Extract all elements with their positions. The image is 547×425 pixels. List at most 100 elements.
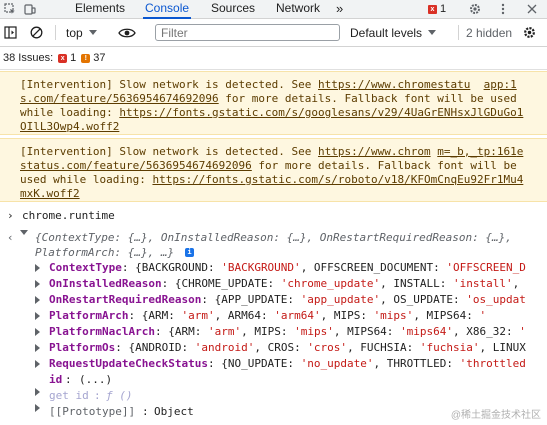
- result-summary-line[interactable]: ‹ {ContextType: {…}, OnInstalledReason: …: [0, 230, 547, 245]
- chevron-right-icon: [35, 264, 40, 272]
- clear-console-icon[interactable]: [30, 19, 43, 46]
- chevron-right-icon: [35, 388, 40, 396]
- property-content: PlatformNaclArch: {ARM: 'arm', MIPS: 'mi…: [49, 325, 526, 338]
- result-prompt-icon: ‹: [7, 231, 14, 244]
- console-warning-message: [Intervention] Slow network is detected.…: [0, 71, 547, 135]
- property-row[interactable]: PlatformNaclArch: {ARM: 'arm', MIPS: 'mi…: [0, 324, 547, 339]
- string-value: 'arm': [207, 325, 242, 338]
- string-value: 'os_updat: [466, 293, 526, 306]
- string-value: 'app_update': [300, 293, 381, 306]
- feature-link-continued[interactable]: s.com/feature/5636954674692096: [20, 92, 219, 105]
- string-value: 'throttled: [459, 357, 526, 370]
- toolbar-divider: [55, 25, 56, 40]
- string-value: 'chrome_update': [280, 277, 381, 290]
- string-value: 'OFFSCREEN_D: [446, 261, 526, 274]
- property-key: id: [49, 373, 63, 386]
- settings-gear-icon[interactable]: [466, 0, 484, 18]
- property-row[interactable]: OnRestartRequiredReason: {APP_UPDATE: 'a…: [0, 292, 547, 307]
- getter-label: get id: [49, 389, 89, 402]
- property-content: OnInstalledReason: {CHROME_UPDATE: 'chro…: [49, 277, 520, 290]
- property-row[interactable]: ContextType: {BACKGROUND: 'BACKGROUND', …: [0, 260, 547, 275]
- sidebar-toggle-icon[interactable]: [4, 19, 17, 46]
- chevron-right-icon: [35, 280, 40, 288]
- issues-bar[interactable]: 38 Issues: x 1 ! 37: [0, 47, 547, 70]
- console-input-text: chrome.runtime: [22, 209, 115, 222]
- property-value-text: , MIPS:: [241, 325, 295, 338]
- prototype-key: [[Prototype]]: [49, 405, 136, 418]
- source-link[interactable]: app:1: [484, 78, 517, 91]
- result-summary-text: {ContextType: {…}, OnInstalledReason: {……: [35, 231, 512, 244]
- result-summary-line-2: PlatformArch: {…}, …} i: [0, 245, 547, 260]
- property-row[interactable]: RequestUpdateCheckStatus: {NO_UPDATE: 'n…: [0, 356, 547, 371]
- close-icon[interactable]: [524, 0, 540, 18]
- warning-issue-count: 37: [93, 52, 106, 64]
- source-link[interactable]: m=_b,_tp:161: [437, 145, 516, 158]
- property-value-text: , LINUX: [479, 341, 526, 354]
- chevron-right-icon: [35, 404, 40, 412]
- property-content: ContextType: {BACKGROUND: 'BACKGROUND', …: [49, 261, 526, 274]
- property-value-text: {CHROME_UPDATE:: [174, 277, 281, 290]
- string-value: 'mips': [294, 325, 334, 338]
- property-row[interactable]: PlatformOs: {ANDROID: 'android', CROS: '…: [0, 340, 547, 355]
- property-value[interactable]: (...): [79, 372, 112, 387]
- feature-link[interactable]: https://www.chromestatu: [318, 78, 470, 91]
- tab-sources[interactable]: Sources: [211, 0, 255, 18]
- property-key: PlatformOs: [49, 341, 116, 354]
- property-content: PlatformOs: {ANDROID: 'android', CROS: '…: [49, 341, 526, 354]
- property-key: ContextType: [49, 261, 122, 274]
- issues-label: 38 Issues:: [3, 52, 54, 64]
- device-toolbar-icon[interactable]: [22, 0, 38, 18]
- string-value: 'android': [194, 341, 255, 354]
- property-value-text: , OS_UPDATE:: [380, 293, 467, 306]
- console-toolbar: top Default levels 2 hidden: [0, 19, 547, 47]
- filter-input[interactable]: [155, 24, 340, 41]
- string-value: 'cros': [307, 341, 348, 354]
- tab-elements[interactable]: Elements: [75, 0, 125, 18]
- context-selector[interactable]: top: [66, 19, 101, 46]
- string-value: 'mips64': [400, 325, 454, 338]
- watermark: @稀土掘金技术社区: [450, 410, 541, 421]
- property-value-text: {ARM:: [168, 325, 208, 338]
- property-key: OnRestartRequiredReason: [49, 293, 202, 306]
- error-icon: x: [428, 4, 437, 14]
- property-row[interactable]: OnInstalledReason: {CHROME_UPDATE: 'chro…: [0, 276, 547, 291]
- string-value: 'install': [453, 277, 513, 290]
- getter-row[interactable]: get id : ƒ (): [0, 388, 547, 403]
- input-prompt-icon: ›: [7, 209, 14, 222]
- console-settings-gear-icon[interactable]: [523, 19, 536, 46]
- string-value: 'BACKGROUND': [221, 261, 301, 274]
- chevron-right-icon: [35, 360, 40, 368]
- log-levels-dropdown[interactable]: Default levels: [350, 19, 440, 46]
- more-tabs-button[interactable]: »: [336, 0, 343, 18]
- toolbar-divider: [458, 25, 459, 40]
- property-value-text: {APP_UPDATE:: [214, 293, 301, 306]
- error-count-badge[interactable]: x 1: [428, 3, 446, 15]
- error-count: 1: [440, 3, 447, 15]
- tab-console[interactable]: Console: [142, 0, 192, 19]
- property-key: PlatformNaclArch: [49, 325, 155, 338]
- property-value-text: , CROS:: [254, 341, 308, 354]
- warning-issue-icon: !: [81, 53, 91, 63]
- devtools-tabbar: Elements Console Sources Network » x 1: [0, 0, 547, 19]
- property-row[interactable]: PlatformArch: {ARM: 'arm', ARM64: 'arm64…: [0, 308, 547, 323]
- live-expression-eye-icon[interactable]: [118, 19, 136, 46]
- property-value-text: {BACKGROUND:: [135, 261, 222, 274]
- chevron-right-icon: [35, 312, 40, 320]
- property-row: id : (...): [49, 372, 113, 387]
- tab-network[interactable]: Network: [276, 0, 320, 18]
- property-value-text: {ANDROID:: [128, 341, 195, 354]
- info-icon[interactable]: i: [185, 248, 194, 257]
- feature-link[interactable]: https://www.chrom: [318, 145, 431, 158]
- console-warning-message: [Intervention] Slow network is detected.…: [0, 138, 547, 202]
- more-options-icon[interactable]: [496, 0, 510, 18]
- inspect-element-icon[interactable]: [2, 0, 18, 18]
- getter-value: ƒ (): [106, 389, 133, 402]
- property-key: RequestUpdateCheckStatus: [49, 357, 208, 370]
- property-value-text: , X86_32:: [453, 325, 520, 338]
- property-value-text: , ARM64:: [214, 309, 275, 322]
- property-key: PlatformArch: [49, 309, 129, 322]
- string-value: 'no_update': [300, 357, 374, 370]
- chevron-right-icon: [35, 296, 40, 304]
- string-value: 'fuchsia': [419, 341, 480, 354]
- property-key: OnInstalledReason: [49, 277, 162, 290]
